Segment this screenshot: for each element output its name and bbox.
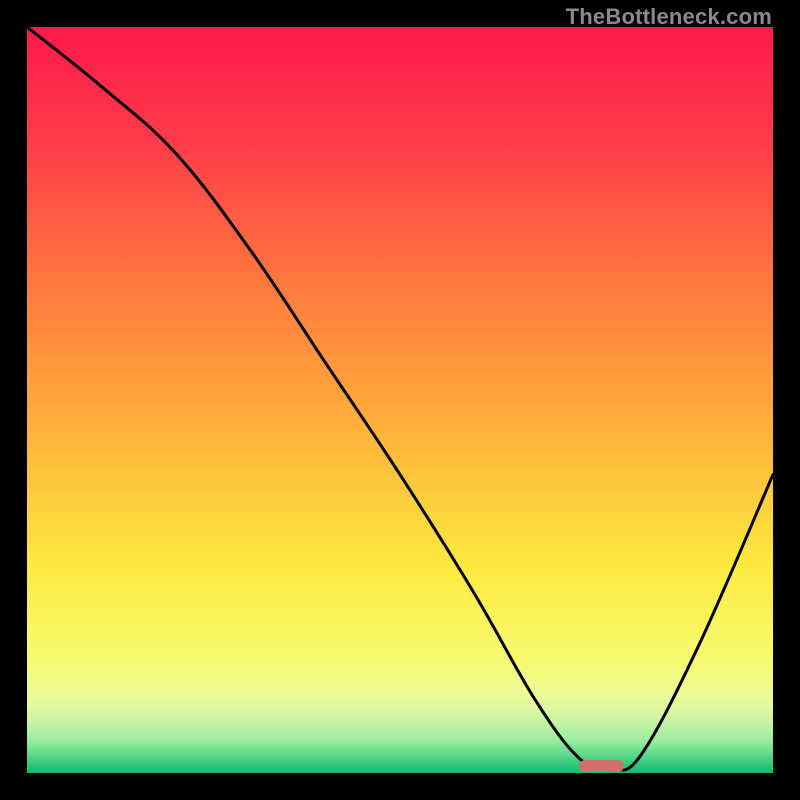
- bottleneck-curve: [27, 27, 773, 773]
- chart-frame: TheBottleneck.com: [0, 0, 800, 800]
- plot-area: [27, 27, 773, 773]
- optimal-range-marker: [579, 760, 624, 772]
